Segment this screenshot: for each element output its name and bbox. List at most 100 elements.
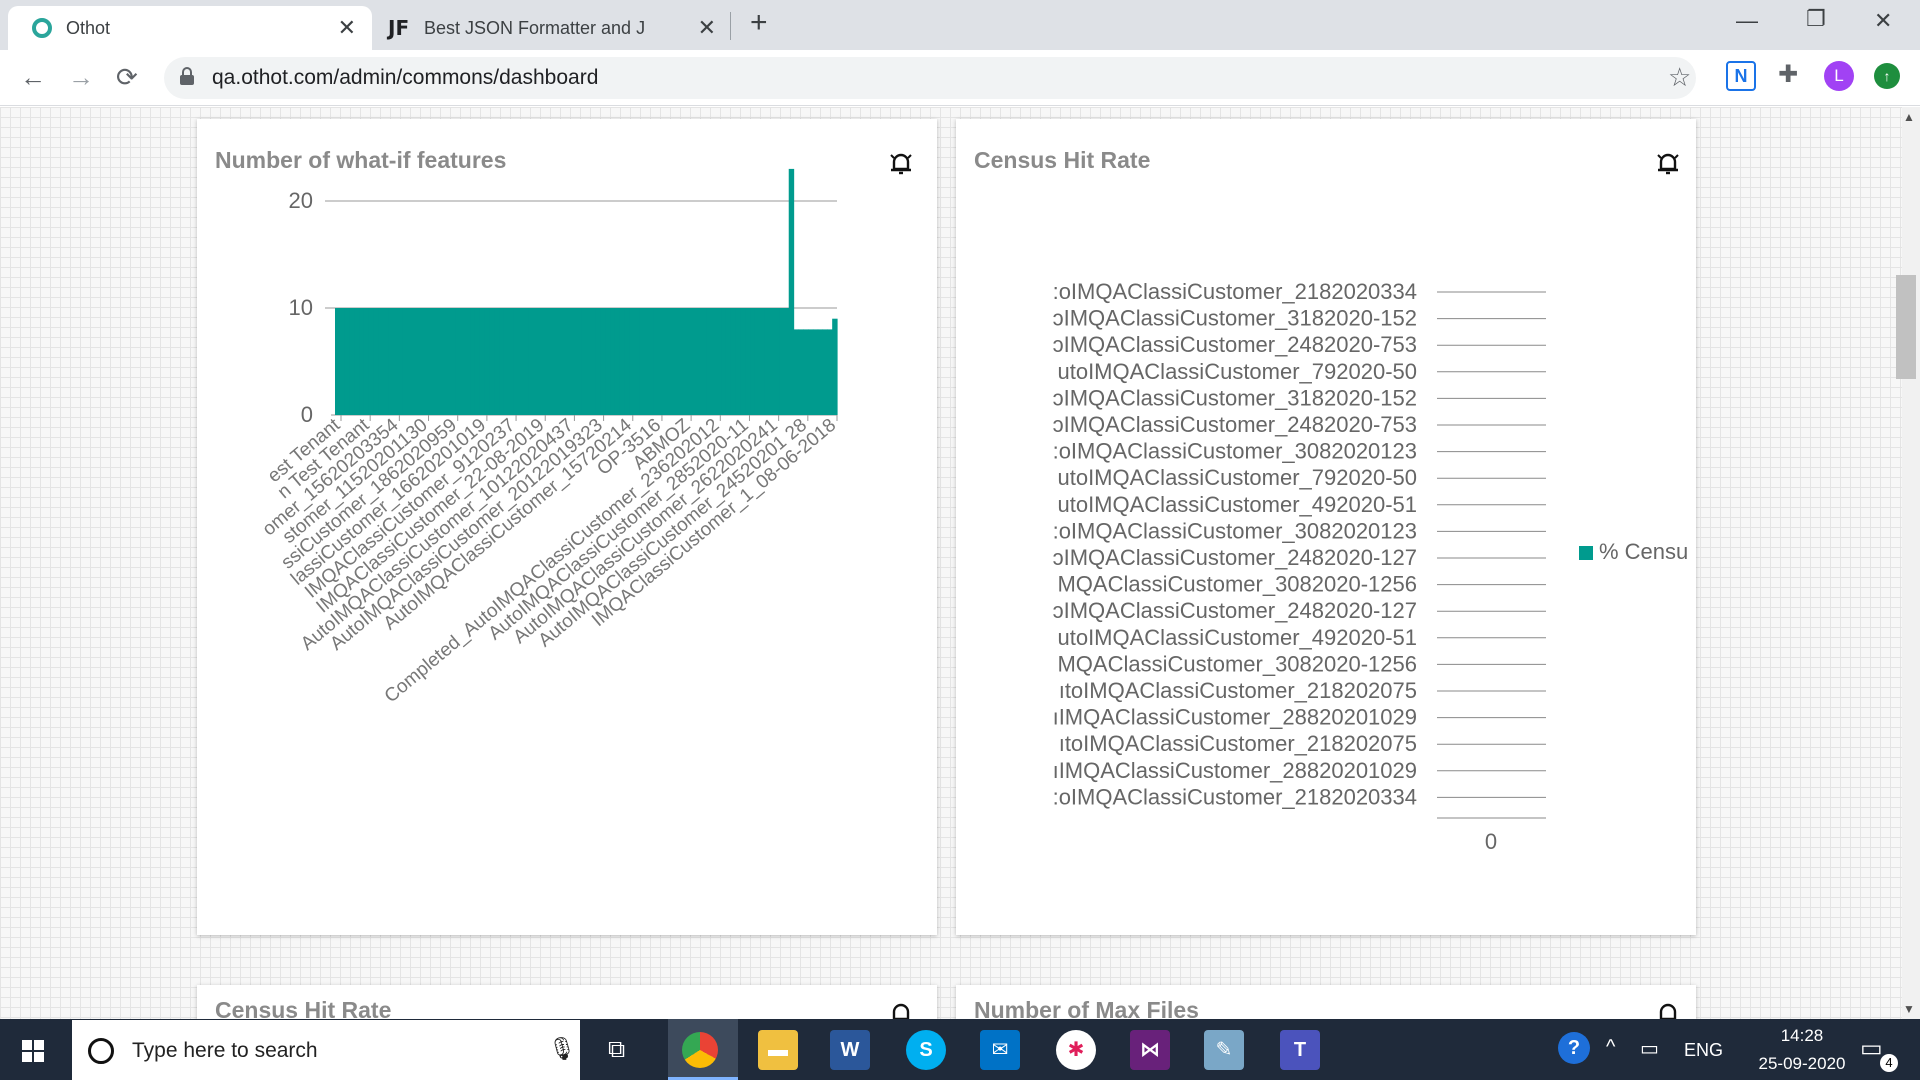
bar: [682, 308, 688, 415]
bar: [484, 308, 491, 415]
bar: [373, 308, 380, 415]
task-view-icon[interactable]: ⧉: [608, 1036, 625, 1064]
notepad-icon[interactable]: ✎: [1204, 1030, 1244, 1070]
bar: [783, 308, 790, 415]
tray-chevron-up-icon[interactable]: ^: [1606, 1036, 1615, 1059]
page-scrollbar[interactable]: [1902, 107, 1920, 1019]
legend-swatch: [1579, 546, 1593, 560]
bar: [803, 329, 809, 415]
new-tab-icon[interactable]: +: [750, 6, 768, 40]
y-tick-label: 0: [301, 402, 313, 427]
bar: [397, 308, 404, 415]
y-tick-label: utoIMQAClassiCustomer_492020-51: [1057, 492, 1417, 517]
notifications-icon[interactable]: ▭: [1860, 1034, 1883, 1063]
card-title: Number of Max Files: [974, 997, 1199, 1019]
bar: [571, 308, 577, 415]
y-tick-label: 20: [289, 188, 313, 213]
bar: [687, 308, 693, 415]
bar: [378, 308, 384, 415]
back-icon[interactable]: ←: [20, 62, 46, 93]
bar: [812, 329, 819, 415]
close-tab-icon[interactable]: ✕: [698, 15, 716, 41]
bar: [446, 308, 452, 415]
y-tick-label: 10: [289, 295, 313, 320]
extensions-puzzle-icon[interactable]: ✚: [1778, 60, 1798, 89]
forward-icon[interactable]: →: [68, 62, 94, 93]
clock-time[interactable]: 14:28: [1760, 1026, 1844, 1046]
scroll-up-icon[interactable]: ▲: [1903, 110, 1915, 124]
census-hit-rate-card: Census Hit Rate :oIMQAClassiCustomer_218…: [956, 119, 1696, 935]
bar: [639, 308, 645, 415]
bar: [450, 308, 457, 415]
bar: [542, 308, 548, 415]
bar: [614, 308, 621, 415]
bar: [754, 308, 761, 415]
y-tick-label: utoIMQAClassiCustomer_792020-50: [1057, 465, 1417, 490]
bar: [407, 308, 413, 415]
help-icon[interactable]: ?: [1558, 1032, 1590, 1064]
scrollbar-thumb[interactable]: [1896, 275, 1916, 379]
extension-n-icon[interactable]: N: [1726, 61, 1756, 91]
bar: [624, 308, 631, 415]
lock-icon[interactable]: [180, 67, 194, 85]
bar: [508, 308, 515, 415]
reload-icon[interactable]: ⟳: [116, 62, 138, 93]
chrome-icon[interactable]: [682, 1032, 718, 1068]
bookmark-star-icon[interactable]: ☆: [1668, 62, 1691, 93]
file-explorer-icon[interactable]: ▬: [758, 1030, 798, 1070]
word-icon[interactable]: W: [830, 1030, 870, 1070]
bar: [368, 308, 375, 415]
close-window-icon[interactable]: ✕: [1874, 8, 1892, 34]
y-tick-label: :oIMQAClassiCustomer_3082020123: [1053, 439, 1417, 464]
windows-start-icon[interactable]: [22, 1040, 44, 1062]
bar: [788, 168, 795, 415]
update-arrow-icon[interactable]: ↑: [1874, 63, 1900, 89]
tab-separator: [730, 12, 731, 40]
taskbar-search-placeholder[interactable]: Type here to search: [132, 1039, 318, 1063]
bar: [600, 308, 606, 415]
bar: [561, 308, 568, 415]
slack-icon[interactable]: ✱: [1056, 1030, 1096, 1070]
bar: [354, 308, 360, 415]
minimize-icon[interactable]: —: [1736, 8, 1758, 34]
y-tick-label: :oIMQAClassiCustomer_3082020123: [1053, 518, 1417, 543]
bar: [711, 308, 717, 415]
microphone-icon[interactable]: 🎙: [548, 1036, 576, 1062]
tab-othot[interactable]: Othot ✕: [8, 6, 372, 50]
alarm-bell-icon[interactable]: [1654, 999, 1682, 1019]
bar: [547, 308, 553, 415]
url-text[interactable]: qa.othot.com/admin/commons/dashboard: [212, 66, 598, 90]
bar: [779, 308, 785, 415]
bar: [721, 308, 727, 415]
mail-icon[interactable]: ✉: [980, 1030, 1020, 1070]
clock-date[interactable]: 25-09-2020: [1734, 1054, 1870, 1074]
bar: [822, 329, 828, 415]
bar: [359, 308, 365, 415]
bar: [455, 308, 462, 415]
bar: [590, 308, 597, 415]
y-tick-label: utoIMQAClassiCustomer_792020-50: [1057, 359, 1417, 384]
profile-avatar[interactable]: L: [1824, 61, 1854, 91]
bar: [402, 308, 409, 415]
teams-icon[interactable]: T: [1280, 1030, 1320, 1070]
language-indicator[interactable]: ENG: [1684, 1040, 1723, 1061]
bar: [523, 308, 529, 415]
close-tab-icon[interactable]: ✕: [338, 15, 356, 41]
visual-studio-icon[interactable]: ⋈: [1130, 1030, 1170, 1070]
battery-icon[interactable]: ▭: [1640, 1036, 1659, 1061]
bar: [392, 308, 399, 415]
bar: [740, 308, 746, 415]
cortana-icon[interactable]: [88, 1038, 114, 1064]
scroll-down-icon[interactable]: ▼: [1903, 1002, 1915, 1016]
bar: [383, 308, 389, 415]
y-tick-label: ɔIMQAClassiCustomer_2482020-127: [1053, 545, 1417, 570]
y-tick-label: :oIMQAClassiCustomer_2182020334: [1053, 784, 1417, 809]
bar: [421, 308, 428, 415]
restore-icon[interactable]: ❐: [1806, 6, 1826, 32]
bar: [499, 308, 505, 415]
alarm-bell-icon[interactable]: [887, 999, 915, 1019]
tab-json-formatter[interactable]: JF Best JSON Formatter and JSON V ✕: [372, 6, 732, 50]
skype-icon[interactable]: S: [906, 1030, 946, 1070]
whatif-bar-chart: 01020est Tenantn Test Tenantomer_1562020…: [259, 168, 840, 707]
y-tick-label: MQAClassiCustomer_3082020-1256: [1057, 651, 1417, 676]
